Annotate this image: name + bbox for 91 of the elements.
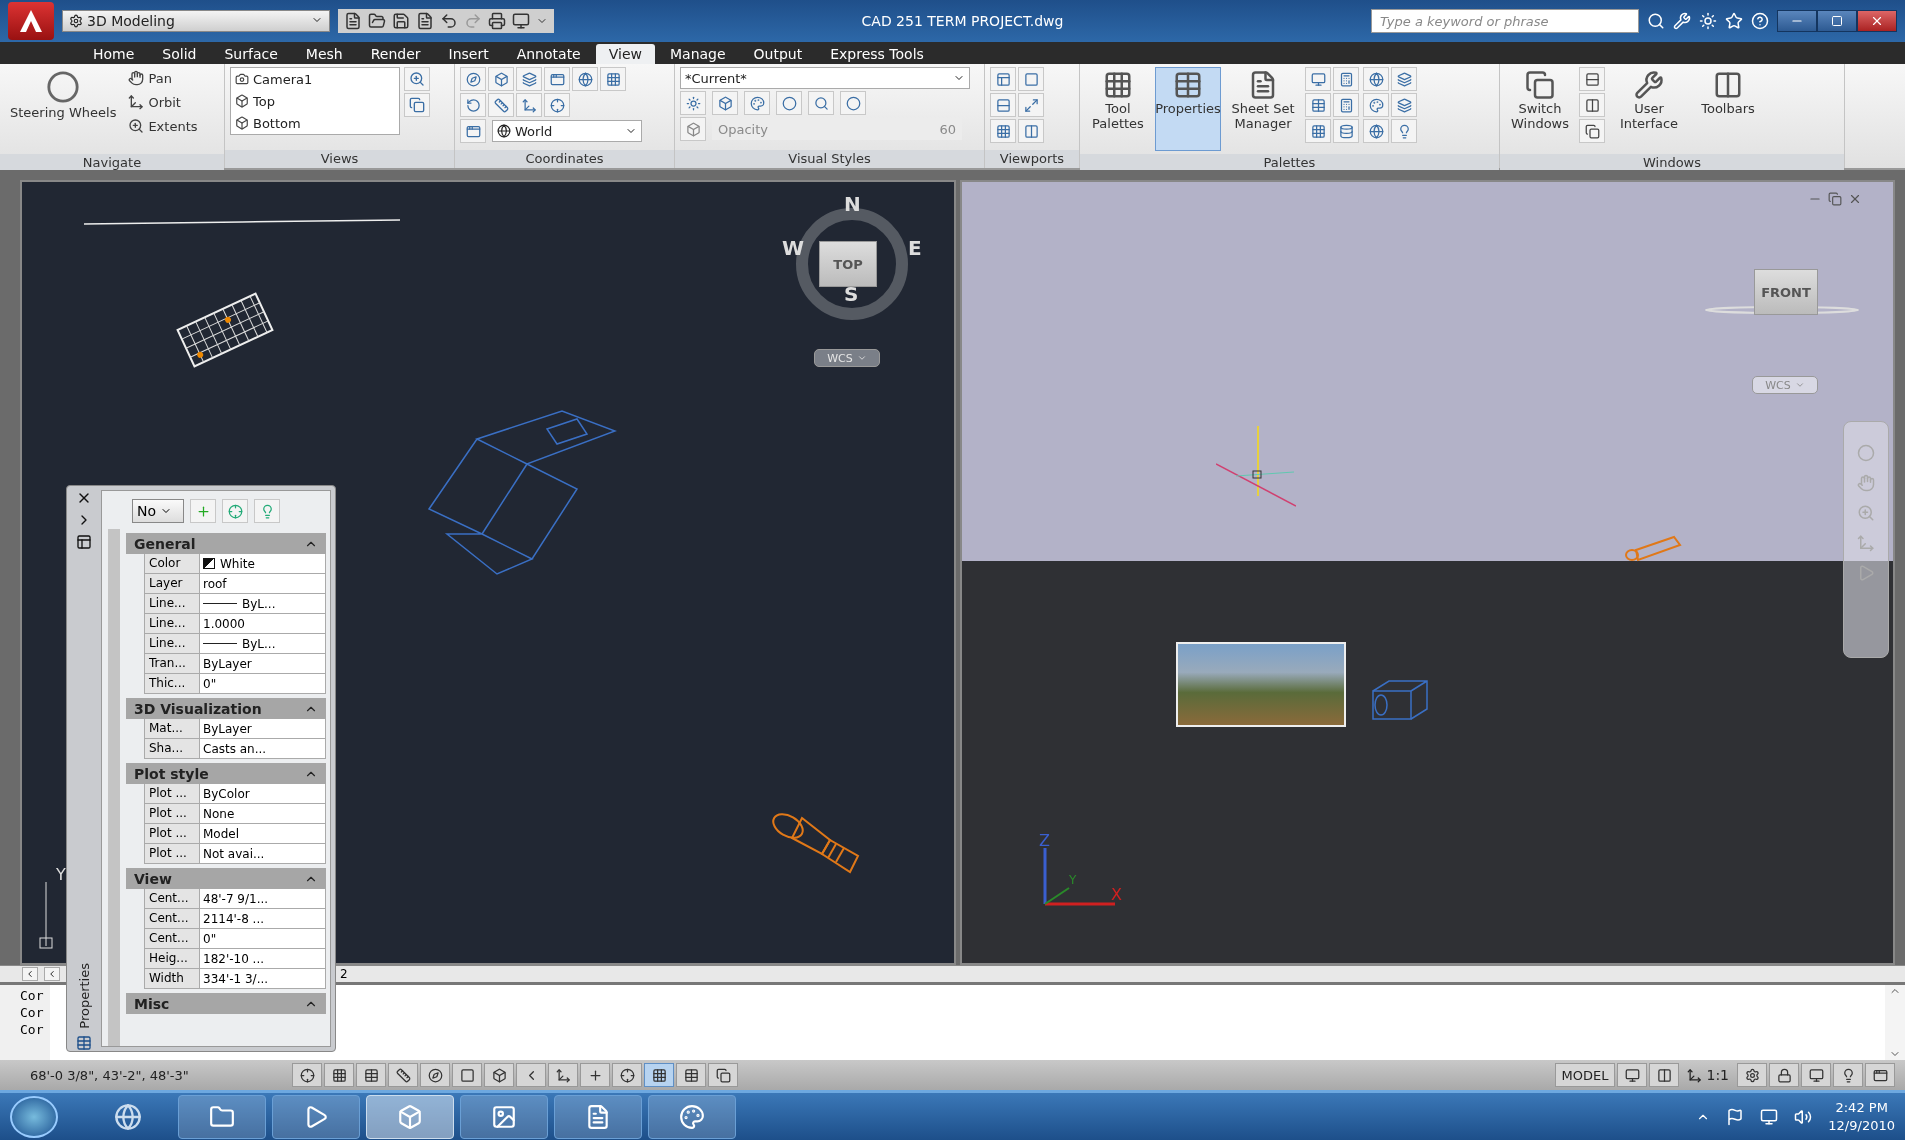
view-item[interactable]: Camera1 [231, 68, 399, 90]
property-value[interactable]: 1.0000 [200, 614, 326, 634]
property-name: Thic... [144, 674, 200, 694]
compass-letter: N [842, 192, 862, 214]
palette-button[interactable]: Tool Palettes [1085, 67, 1151, 151]
toolbars-button[interactable]: Toolbars [1693, 67, 1763, 151]
coordinate-readout: 68'-0 3/8", 43'-2", 48'-3" [29, 1067, 190, 1083]
view-item[interactable]: Bottom [231, 112, 399, 134]
navigate-button[interactable]: Orbit [125, 91, 201, 113]
property-value[interactable]: Not avai... [200, 844, 326, 864]
window-title: CAD 251 TERM PROJECT.dwg [860, 13, 1065, 29]
property-name: Plot ... [144, 784, 200, 804]
property-value[interactable]: ByL... [200, 594, 326, 614]
property-value[interactable]: 334'-1 3/... [200, 969, 326, 989]
property-value[interactable]: 0" [200, 674, 326, 694]
compass-letter: E [906, 236, 926, 258]
ucs-dropdown[interactable]: World [492, 120, 642, 142]
palette-button[interactable]: Sheet Set Manager [1225, 67, 1301, 151]
clock-time: 2:42 PM [1835, 1098, 1888, 1117]
ribbon-tab[interactable]: View [595, 44, 655, 64]
switch-windows-button[interactable]: Switch Windows [1505, 67, 1575, 151]
visual-style-dropdown[interactable]: *Current* [680, 67, 970, 89]
command-history-line: Cor [20, 1004, 45, 1021]
property-name: Line... [144, 594, 200, 614]
section-header[interactable]: View [126, 868, 326, 889]
ribbon-tab[interactable]: Insert [435, 44, 502, 64]
ribbon-tab[interactable]: Output [740, 44, 816, 64]
property-value[interactable]: ByLayer [200, 719, 326, 739]
property-value[interactable]: 182'-10 ... [200, 949, 326, 969]
ribbon-tab[interactable]: Solid [149, 44, 210, 64]
property-name: Plot ... [144, 804, 200, 824]
ribbon-tab[interactable]: Annotate [503, 44, 594, 64]
search-field[interactable]: Type a keyword or phrase [1371, 9, 1639, 33]
view-item[interactable]: Top [231, 90, 399, 112]
section-header[interactable]: Plot style [126, 763, 326, 784]
ribbon-tab[interactable]: Surface [211, 44, 291, 64]
property-value[interactable]: Casts an... [200, 739, 326, 759]
palette-title: Properties [76, 963, 92, 1029]
view-cube[interactable]: TOP [819, 241, 877, 287]
navigate-button[interactable]: Pan [125, 67, 201, 89]
property-name: Plot ... [144, 844, 200, 864]
property-value[interactable]: None [200, 804, 326, 824]
section-header[interactable]: Misc [126, 993, 326, 1014]
steering-wheels-button[interactable]: Steering Wheels [5, 67, 122, 151]
property-value[interactable]: roof [200, 574, 326, 594]
palette-button[interactable]: Properties [1155, 67, 1221, 151]
property-value[interactable]: ByColor [200, 784, 326, 804]
model-space-button[interactable]: MODEL [1554, 1063, 1616, 1087]
property-value[interactable]: ByLayer [200, 654, 326, 674]
layout-tab[interactable]: 2 [336, 966, 352, 982]
command-history-line: Cor [20, 1021, 45, 1038]
property-value[interactable]: 0" [200, 929, 326, 949]
section-header[interactable]: 3D Visualization [126, 698, 326, 719]
property-name: Plot ... [144, 824, 200, 844]
navigate-button[interactable]: Extents [125, 115, 201, 137]
property-name: Heig... [144, 949, 200, 969]
view-cube[interactable]: FRONT [1754, 269, 1818, 315]
ribbon-tab[interactable]: Mesh [292, 44, 356, 64]
property-value[interactable]: Model [200, 824, 326, 844]
ribbon-tab[interactable]: Express Tools [817, 44, 937, 64]
property-name: Color [144, 554, 200, 574]
property-name: Width [144, 969, 200, 989]
property-name: Layer [144, 574, 200, 594]
panel-title: Viewports [985, 150, 1079, 168]
property-name: Cent... [144, 889, 200, 909]
compass-letter: W [782, 236, 806, 258]
ucs-axis-drawing: X Y Z [1035, 832, 1127, 912]
panel-title: Views [225, 150, 454, 168]
ribbon-tab[interactable]: Render [357, 44, 434, 64]
property-name: Cent... [144, 909, 200, 929]
command-history-line: Cor [20, 987, 45, 1004]
property-name: Sha... [144, 739, 200, 759]
property-name: Line... [144, 634, 200, 654]
section-header[interactable]: General [126, 533, 326, 554]
property-name: Tran... [144, 654, 200, 674]
panel-title: Visual Styles [675, 150, 984, 168]
user-interface-button[interactable]: User Interface [1609, 67, 1689, 151]
property-value[interactable]: White [200, 554, 326, 574]
property-name: Cent... [144, 929, 200, 949]
ribbon-tab[interactable]: Manage [656, 44, 739, 64]
panel-title: Coordinates [455, 150, 674, 168]
property-name: Line... [144, 614, 200, 634]
workspace-dropdown[interactable]: 3D Modeling [62, 10, 330, 32]
property-value[interactable]: ByL... [200, 634, 326, 654]
clock-date: 12/9/2010 [1828, 1116, 1895, 1135]
property-value[interactable]: 2114'-8 ... [200, 909, 326, 929]
ribbon-tab[interactable]: Home [80, 44, 148, 64]
property-name: Mat... [144, 719, 200, 739]
selection-dropdown[interactable]: No [132, 499, 184, 523]
property-value[interactable]: 48'-7 9/1... [200, 889, 326, 909]
annotation-scale-button[interactable]: 1:1 [1681, 1063, 1735, 1087]
